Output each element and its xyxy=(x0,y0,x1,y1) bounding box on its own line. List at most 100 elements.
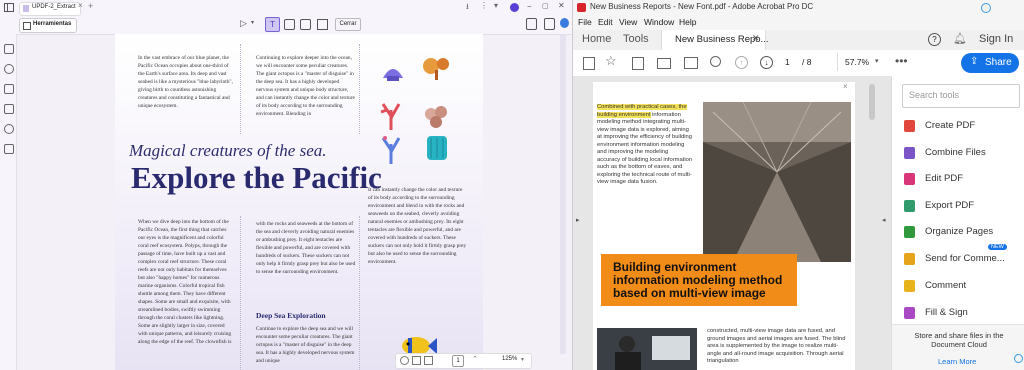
avatar[interactable] xyxy=(510,3,519,12)
share-icon: ⇪ xyxy=(970,56,979,67)
ai-assistant-icon[interactable] xyxy=(560,18,569,28)
more-options-icon[interactable]: ••• xyxy=(895,54,908,68)
notification-bell-icon[interactable]: 🔔︎ xyxy=(953,32,967,45)
menu-edit[interactable]: Edit xyxy=(598,17,613,27)
assistant-icon[interactable] xyxy=(1014,354,1023,363)
document-cloud-promo: Store and share files in the Document Cl… xyxy=(892,324,1024,370)
coral-teal-icon xyxy=(427,136,447,160)
zoom-dropdown-icon[interactable]: ▾ xyxy=(521,356,524,363)
close-icon[interactable]: × xyxy=(843,82,848,91)
thumbnails-icon[interactable] xyxy=(4,44,14,54)
vertical-scrollbar[interactable] xyxy=(869,84,875,120)
print-icon[interactable] xyxy=(657,58,671,69)
combine-files-icon xyxy=(904,147,915,159)
text-tool-icon[interactable]: T xyxy=(265,17,280,32)
new-tab-icon[interactable]: + xyxy=(88,1,93,11)
page-number-input[interactable]: 1 xyxy=(452,355,464,367)
search-icon[interactable] xyxy=(710,56,721,67)
chevron-down-icon[interactable]: ▾ xyxy=(251,19,254,26)
tool-send-for-comments[interactable]: Send for Comme... xyxy=(904,251,1022,269)
zoom-dropdown-icon[interactable]: ▾ xyxy=(875,57,879,65)
close-button[interactable]: Cerrar xyxy=(335,18,361,31)
tab-tools[interactable]: Tools xyxy=(623,33,649,45)
search-tools-input[interactable]: Search tools xyxy=(902,84,1020,108)
tab-home[interactable]: Home xyxy=(582,33,611,45)
vertical-scrollbar[interactable] xyxy=(560,34,566,354)
save-icon[interactable] xyxy=(583,57,595,70)
next-page-icon[interactable]: ↓ xyxy=(760,56,773,69)
octopus-continued-paragraph: It can instantly change the color and te… xyxy=(368,187,467,265)
comments-icon[interactable] xyxy=(4,124,14,134)
document-tab[interactable]: UPDF-2_Extract xyxy=(19,2,81,16)
fit-page-icon[interactable] xyxy=(412,356,421,365)
bookmark-star-icon[interactable]: ☆ xyxy=(605,53,617,69)
page-up-icon[interactable]: ⌃ xyxy=(472,355,478,363)
sidebar-toggle-icon[interactable] xyxy=(4,3,14,12)
share-button[interactable]: ⇪ Share xyxy=(961,53,1019,73)
tool-label: Combine Files xyxy=(925,147,986,158)
download-icon[interactable]: ⭳ xyxy=(466,1,469,15)
menu-file[interactable]: File xyxy=(578,17,592,27)
tentacles-paragraph: with the rocks and seaweeds at the botto… xyxy=(256,221,356,275)
tools-panel: Search tools Create PDF Combine Files Ed… xyxy=(891,76,1024,370)
tool-export-pdf[interactable]: Export PDF xyxy=(904,198,1022,216)
tool-fill-sign[interactable]: Fill & Sign xyxy=(904,305,1022,323)
menu-icon[interactable]: ⋮ xyxy=(480,1,488,10)
menu-view[interactable]: View xyxy=(619,17,637,27)
zoom-level[interactable]: 57.7% xyxy=(845,57,869,67)
export-icon[interactable] xyxy=(544,18,555,30)
building-photo xyxy=(703,102,851,262)
pdf-page: × Combined with practical cases, the bui… xyxy=(593,82,855,370)
updf-toolbar: Herramientas ▷ ▾ T Cerrar xyxy=(0,16,572,35)
document-tab-label: UPDF-2_Extract xyxy=(32,4,76,10)
image-tool-icon[interactable] xyxy=(284,19,295,30)
magazine-headline: Explore the Pacific xyxy=(131,160,382,195)
tool-create-pdf[interactable]: Create PDF xyxy=(904,118,1022,136)
attachments-icon[interactable] xyxy=(4,104,14,114)
collapse-panel-icon[interactable]: ◂ xyxy=(882,216,886,224)
pdf-file-icon xyxy=(23,5,29,12)
previous-page-icon[interactable]: ↑ xyxy=(735,56,748,69)
select-cursor-icon[interactable]: ▷ xyxy=(240,18,247,29)
learn-more-link[interactable]: Learn More xyxy=(938,357,976,366)
zoom-level[interactable]: 125% xyxy=(502,356,517,362)
tab-close-icon[interactable]: × xyxy=(78,1,83,10)
search-icon[interactable] xyxy=(4,64,14,74)
page-number-input[interactable]: 1 xyxy=(785,57,790,67)
tool-combine-files[interactable]: Combine Files xyxy=(904,145,1022,163)
clip-icon[interactable] xyxy=(4,144,14,154)
acrobat-toolbar: ☆ ↑ ↓ 1 / 8 57.7% ▾ ••• ⇪ Share xyxy=(573,50,1024,77)
link-tool-icon[interactable] xyxy=(300,19,311,30)
comment-icon[interactable] xyxy=(526,18,537,30)
export-pdf-icon xyxy=(904,200,915,212)
tool-edit-pdf[interactable]: Edit PDF xyxy=(904,171,1022,189)
upload-icon[interactable] xyxy=(632,57,644,70)
expand-left-icon[interactable]: ▸ xyxy=(576,216,580,224)
dropdown-icon[interactable]: ▾ xyxy=(494,1,498,10)
minimize-icon[interactable]: − xyxy=(527,2,532,11)
coral-pink-icon xyxy=(425,106,447,128)
shape-tool-icon[interactable] xyxy=(317,19,328,30)
menu-help[interactable]: Help xyxy=(679,17,696,27)
coral-reef-paragraph: When we dive deep into the bottom of the… xyxy=(138,219,232,345)
tool-organize-pages[interactable]: Organize Pages xyxy=(904,224,1022,242)
help-icon[interactable]: ? xyxy=(928,33,941,46)
email-icon[interactable] xyxy=(684,57,698,69)
menu-window[interactable]: Window xyxy=(644,17,674,27)
tool-label: Edit PDF xyxy=(925,173,964,184)
edit-pdf-icon xyxy=(904,173,915,185)
rotate-icon[interactable] xyxy=(424,356,433,365)
window-close-icon[interactable]: ✕ xyxy=(558,1,565,10)
maximize-icon[interactable]: ▢ xyxy=(542,2,549,10)
pages-icon[interactable] xyxy=(4,84,14,94)
body-text: Combined with practical cases, the build… xyxy=(597,104,693,187)
tool-label: Export PDF xyxy=(925,200,975,211)
tools-tab[interactable]: Herramientas xyxy=(19,18,77,33)
tab-close-icon[interactable]: ✕ xyxy=(752,33,760,44)
sign-in-link[interactable]: Sign In xyxy=(979,33,1013,45)
coral-blue-icon xyxy=(381,136,401,164)
tool-comment[interactable]: Comment xyxy=(904,278,1022,296)
sync-icon[interactable] xyxy=(981,3,991,13)
tab-document[interactable]: New Business Repo... ✕ xyxy=(661,30,768,51)
zoom-out-icon[interactable] xyxy=(400,356,409,365)
